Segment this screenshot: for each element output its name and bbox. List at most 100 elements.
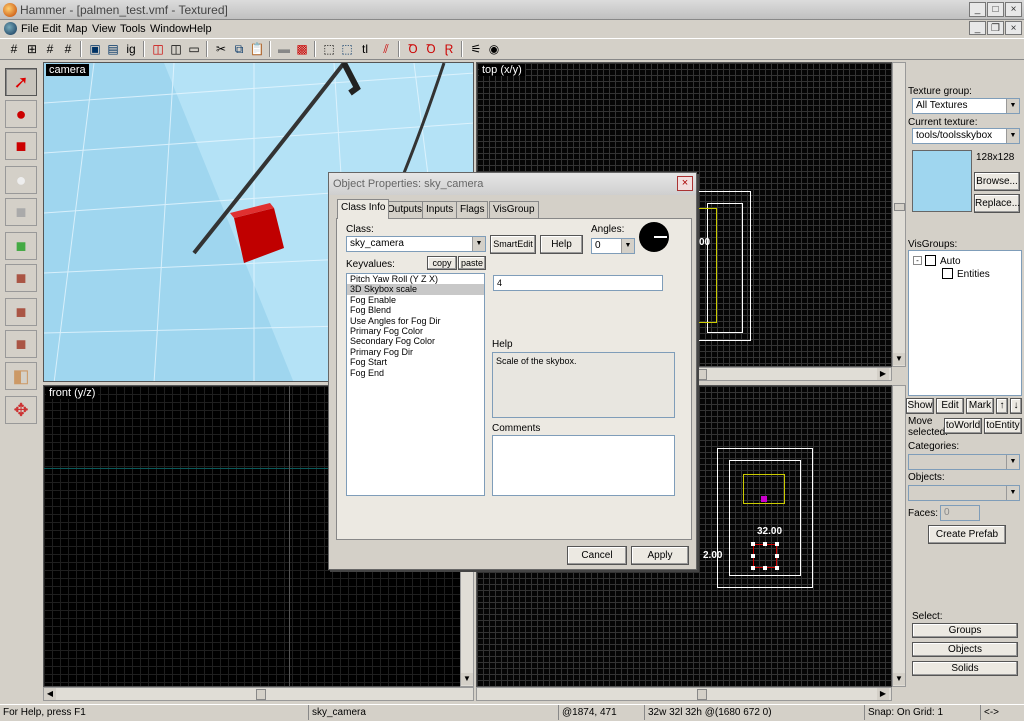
- angle-dial[interactable]: [639, 222, 669, 252]
- visgroup-checkbox[interactable]: [925, 255, 936, 266]
- cut-icon[interactable]: ✂: [213, 41, 229, 57]
- overlay-tool-icon[interactable]: ■: [5, 330, 37, 358]
- tab-flags[interactable]: Flags: [456, 201, 489, 218]
- resize-handle[interactable]: [751, 542, 755, 546]
- minimize-button[interactable]: _: [969, 2, 986, 17]
- select-groups-button[interactable]: Groups: [912, 623, 1018, 638]
- current-texture-select[interactable]: tools/toolsskybox ▼: [912, 128, 1020, 144]
- mdi-restore-button[interactable]: ❐: [987, 21, 1004, 35]
- move-down-icon[interactable]: ↓: [1010, 398, 1022, 414]
- scroll-down-icon[interactable]: ▼: [893, 353, 905, 365]
- front-hscrollbar[interactable]: ◀: [43, 687, 474, 701]
- chevron-down-icon[interactable]: ▼: [1006, 129, 1019, 143]
- resize-handle[interactable]: [775, 566, 779, 570]
- resize-handle[interactable]: [775, 554, 779, 558]
- resize-handle[interactable]: [751, 566, 755, 570]
- value-field[interactable]: 4: [493, 275, 663, 291]
- scroll-right-icon[interactable]: ▶: [877, 368, 889, 380]
- visgroups-tree[interactable]: - Auto Entities: [908, 250, 1022, 396]
- save-icon[interactable]: Ꝺ: [423, 41, 439, 57]
- run-icon[interactable]: Ɽ: [441, 41, 457, 57]
- visgroup-edit-button[interactable]: Edit: [936, 398, 964, 414]
- scroll-left-icon[interactable]: ◀: [44, 688, 56, 700]
- carve-icon[interactable]: ig: [123, 41, 139, 57]
- select-icon[interactable]: ⬚: [321, 41, 337, 57]
- copy-icon[interactable]: ⧉: [231, 41, 247, 57]
- ignore-icon[interactable]: ⚟: [468, 41, 484, 57]
- menu-tools[interactable]: Tools: [120, 23, 146, 35]
- side-hscrollbar[interactable]: ▶: [476, 687, 892, 701]
- entity-tool-icon[interactable]: ●: [5, 166, 37, 194]
- paste-icon[interactable]: 📋: [249, 41, 265, 57]
- menu-help[interactable]: Help: [189, 23, 212, 35]
- list-item[interactable]: Primary Fog Dir: [347, 347, 484, 357]
- objects-select[interactable]: ▼: [908, 485, 1020, 501]
- top-vscrollbar[interactable]: ▼: [892, 62, 906, 367]
- paste-button[interactable]: paste: [458, 256, 486, 270]
- list-item[interactable]: Fog Start: [347, 357, 484, 367]
- texture-icon[interactable]: ▬: [276, 41, 292, 57]
- ungroup-icon[interactable]: ▤: [105, 41, 121, 57]
- categories-select[interactable]: ▼: [908, 454, 1020, 470]
- maximize-button[interactable]: □: [987, 2, 1004, 17]
- chevron-down-icon[interactable]: ▼: [472, 237, 485, 251]
- cancel-button[interactable]: Cancel: [567, 546, 627, 565]
- list-item[interactable]: Use Angles for Fog Dir: [347, 316, 484, 326]
- chevron-down-icon[interactable]: ▼: [1006, 99, 1019, 113]
- tie-icon[interactable]: ▩: [294, 41, 310, 57]
- menu-edit[interactable]: Edit: [42, 23, 61, 35]
- tab-class-info[interactable]: Class Info: [337, 199, 390, 219]
- replace-button[interactable]: Replace...: [974, 194, 1020, 213]
- select-objects-button[interactable]: Objects: [912, 642, 1018, 657]
- menu-window[interactable]: Window: [150, 23, 189, 35]
- scale-icon[interactable]: ⬚: [339, 41, 355, 57]
- select-solids-button[interactable]: Solids: [912, 661, 1018, 676]
- show-icon[interactable]: ◫: [168, 41, 184, 57]
- class-select[interactable]: sky_camera ▼: [346, 236, 486, 252]
- side-vscrollbar[interactable]: ▼: [892, 385, 906, 687]
- to-world-button[interactable]: toWorld: [944, 418, 982, 434]
- browse-button[interactable]: Browse...: [974, 172, 1020, 191]
- create-prefab-button[interactable]: Create Prefab: [928, 525, 1006, 544]
- quick-icon[interactable]: tl: [357, 41, 373, 57]
- list-item[interactable]: Fog Enable: [347, 295, 484, 305]
- keyvalues-list[interactable]: Pitch Yaw Roll (Y Z X) 3D Skybox scale F…: [346, 273, 485, 496]
- decal-tool-icon[interactable]: ■: [5, 298, 37, 326]
- grid-3d-icon[interactable]: ⊞: [24, 41, 40, 57]
- visgroup-show-button[interactable]: Show: [906, 398, 934, 414]
- list-item[interactable]: Fog End: [347, 368, 484, 378]
- apply-texture-tool-icon[interactable]: ■: [5, 264, 37, 292]
- texture-app-tool-icon[interactable]: ■: [5, 232, 37, 260]
- resize-handle[interactable]: [751, 554, 755, 558]
- grid-hash-icon[interactable]: #: [60, 41, 76, 57]
- selected-entity[interactable]: [753, 544, 777, 568]
- resize-handle[interactable]: [763, 566, 767, 570]
- resize-handle[interactable]: [763, 542, 767, 546]
- flip-icon[interactable]: ⫽: [378, 41, 394, 57]
- scroll-thumb[interactable]: [894, 203, 905, 211]
- scroll-thumb[interactable]: [697, 369, 707, 380]
- chevron-down-icon[interactable]: ▼: [621, 239, 634, 253]
- group-icon[interactable]: ▣: [87, 41, 103, 57]
- close-button[interactable]: ×: [1005, 2, 1022, 17]
- scroll-thumb[interactable]: [697, 689, 707, 700]
- visgroup-entities[interactable]: Entities: [957, 269, 990, 280]
- mdi-minimize-button[interactable]: _: [969, 21, 986, 35]
- list-item[interactable]: Secondary Fog Color: [347, 336, 484, 346]
- load-icon[interactable]: Ꝺ: [405, 41, 421, 57]
- hide-icon[interactable]: ◫: [150, 41, 166, 57]
- dialog-close-button[interactable]: ×: [677, 176, 693, 191]
- visgroup-auto[interactable]: Auto: [940, 256, 961, 267]
- menu-map[interactable]: Map: [66, 23, 87, 35]
- camera-tool-icon[interactable]: ■: [5, 132, 37, 160]
- scroll-right-icon[interactable]: ▶: [877, 688, 889, 700]
- texture-group-select[interactable]: All Textures ▼: [912, 98, 1020, 114]
- visgroup-mark-button[interactable]: Mark: [966, 398, 994, 414]
- vertex-tool-icon[interactable]: ✥: [5, 396, 37, 424]
- selection-tool-icon[interactable]: ➚: [5, 68, 37, 96]
- move-up-icon[interactable]: ↑: [996, 398, 1008, 414]
- list-item[interactable]: Pitch Yaw Roll (Y Z X): [347, 274, 484, 284]
- collapse-icon[interactable]: -: [913, 256, 922, 265]
- chevron-down-icon[interactable]: ▼: [1006, 486, 1019, 500]
- menu-view[interactable]: View: [92, 23, 116, 35]
